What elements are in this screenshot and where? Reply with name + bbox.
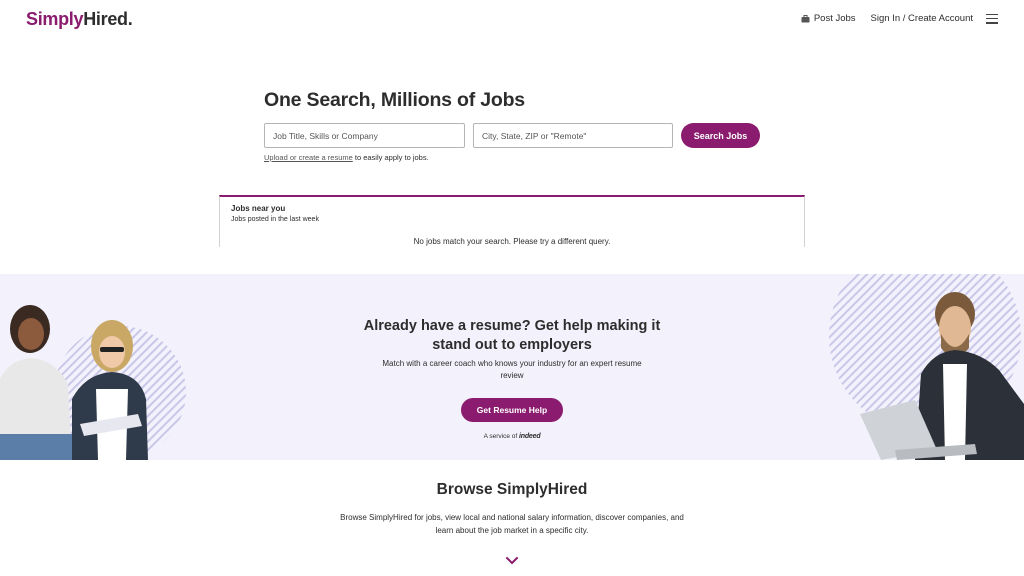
jobs-near-you-title: Jobs near you bbox=[231, 204, 286, 213]
jobs-near-you-subtitle: Jobs posted in the last week bbox=[231, 216, 319, 223]
man-with-laptop-illustration bbox=[829, 274, 1024, 460]
promo-subtitle: Match with a career coach who knows your… bbox=[382, 359, 642, 380]
location-search-input[interactable] bbox=[473, 123, 673, 148]
page-title: One Search, Millions of Jobs bbox=[264, 89, 525, 111]
post-jobs-link[interactable]: Post Jobs bbox=[801, 13, 856, 24]
upload-resume-line: Upload or create a resume to easily appl… bbox=[264, 153, 429, 162]
service-of-label: A service of bbox=[483, 433, 518, 440]
chevron-down-icon[interactable] bbox=[505, 556, 519, 565]
hamburger-menu-icon[interactable] bbox=[986, 13, 998, 24]
upload-resume-link[interactable]: Upload or create a resume bbox=[264, 153, 353, 162]
browse-description: Browse SimplyHired for jobs, view local … bbox=[340, 513, 684, 535]
search-jobs-button[interactable]: Search Jobs bbox=[681, 123, 760, 148]
resume-help-banner: Already have a resume? Get help making i… bbox=[0, 274, 1024, 460]
indeed-logo: indeed bbox=[519, 433, 541, 440]
promo-title: Already have a resume? Get help making i… bbox=[363, 318, 661, 353]
simplyhired-logo[interactable]: SimplyHired. bbox=[26, 9, 133, 30]
jobs-near-you-panel: Jobs near you Jobs posted in the last we… bbox=[219, 195, 805, 247]
no-jobs-message: No jobs match your search. Please try a … bbox=[413, 237, 611, 246]
post-jobs-label: Post Jobs bbox=[813, 13, 856, 24]
upload-resume-suffix: to easily apply to jobs. bbox=[352, 153, 429, 162]
briefcase-icon bbox=[801, 14, 810, 22]
get-resume-help-button[interactable]: Get Resume Help bbox=[461, 398, 563, 422]
header-nav: Post Jobs Sign In / Create Account bbox=[801, 13, 1024, 24]
site-header: SimplyHired. Post Jobs Sign In / Create … bbox=[0, 0, 1024, 40]
job-title-search-input[interactable] bbox=[264, 123, 465, 148]
browse-title: Browse SimplyHired bbox=[436, 481, 588, 498]
sign-in-link[interactable]: Sign In / Create Account bbox=[871, 13, 973, 24]
